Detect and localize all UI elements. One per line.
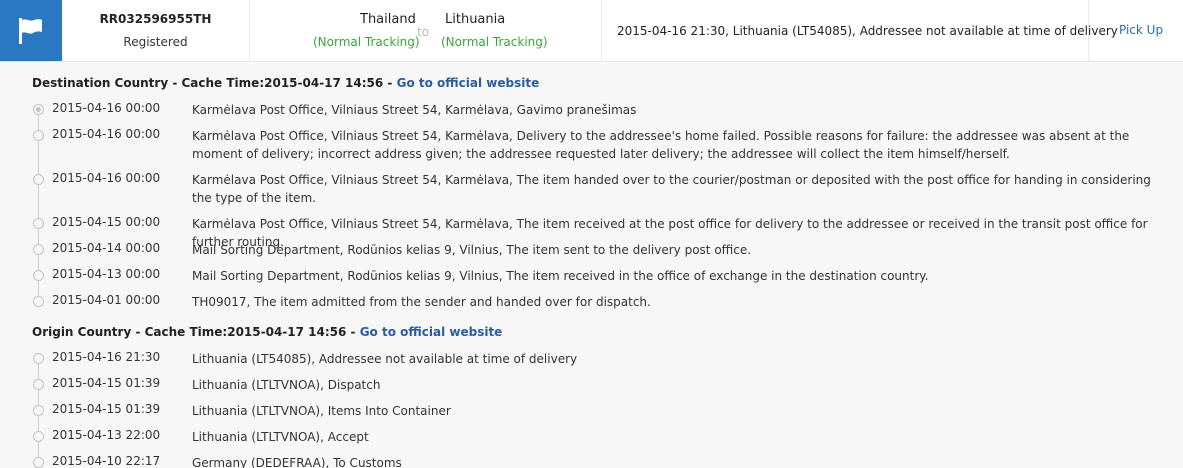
event-time: 2015-04-16 00:00 <box>52 101 161 115</box>
destination-official-website-link[interactable]: Go to official website <box>397 76 540 90</box>
event-time: 2015-04-15 01:39 <box>52 376 161 390</box>
event-description: Karmėlava Post Office, Vilniaus Street 5… <box>192 173 1151 205</box>
event-time: 2015-04-16 00:00 <box>52 171 161 185</box>
timeline-dot <box>33 353 44 364</box>
timeline-dot <box>33 218 44 229</box>
event-description: Germany (DEDEFRAA), To Customs <box>192 456 402 468</box>
origin-official-website-link[interactable]: Go to official website <box>360 325 503 339</box>
event-time: 2015-04-15 00:00 <box>52 215 161 229</box>
tracking-type: Registered <box>123 35 188 49</box>
event-time: 2015-04-15 01:39 <box>52 402 161 416</box>
destination-section-header: Destination Country - Cache Time:2015-04… <box>32 76 539 90</box>
event-description: Lithuania (LTLTVNOA), Accept <box>192 430 369 444</box>
latest-event: 2015-04-16 21:30, Lithuania (LT54085), A… <box>617 24 1118 38</box>
route-cell: Thailand (Normal Tracking) to Lithuania … <box>250 0 602 61</box>
timeline-dot <box>33 457 44 468</box>
destination-cache-label: Destination Country - Cache Time:2015-04… <box>32 76 397 90</box>
event-time: 2015-04-14 00:00 <box>52 241 161 255</box>
event-description: Lithuania (LTLTVNOA), Dispatch <box>192 378 381 392</box>
event-time: 2015-04-01 00:00 <box>52 293 161 307</box>
tracking-cell: RR032596955TH Registered <box>62 0 250 61</box>
origin-cache-label: Origin Country - Cache Time:2015-04-17 1… <box>32 325 360 339</box>
event-time: 2015-04-13 22:00 <box>52 428 161 442</box>
event-time: 2015-04-10 22:17 <box>52 454 161 468</box>
origin-tracking-mode: (Normal Tracking) <box>313 35 420 49</box>
event-description: TH09017, The item admitted from the send… <box>192 295 651 309</box>
flag-box[interactable] <box>0 0 62 61</box>
timeline-dot <box>33 405 44 416</box>
timeline-dot <box>33 244 44 255</box>
event-time: 2015-04-13 00:00 <box>52 267 161 281</box>
route-to-label: to <box>417 25 430 39</box>
origin-section-header: Origin Country - Cache Time:2015-04-17 1… <box>32 325 502 339</box>
event-description: Karmėlava Post Office, Vilniaus Street 5… <box>192 103 637 117</box>
timeline-dot <box>33 270 44 281</box>
tracking-header: RR032596955TH Registered Thailand (Norma… <box>0 0 1183 62</box>
event-description: Karmėlava Post Office, Vilniaus Street 5… <box>192 129 1130 161</box>
timeline-dot <box>33 174 44 185</box>
event-time: 2015-04-16 00:00 <box>52 127 161 141</box>
latest-event-cell: 2015-04-16 21:30, Lithuania (LT54085), A… <box>602 0 1118 61</box>
origin-country: Thailand <box>360 12 416 27</box>
event-time: 2015-04-16 21:30 <box>52 350 161 364</box>
tracking-details: Destination Country - Cache Time:2015-04… <box>0 63 1183 468</box>
event-description: Lithuania (LTLTVNOA), Items Into Contain… <box>192 404 451 418</box>
timeline-dot-current <box>33 104 44 115</box>
event-description: Mail Sorting Department, Rodūnios kelias… <box>192 243 752 257</box>
flag-icon <box>19 18 42 44</box>
timeline-dot <box>33 130 44 141</box>
tracking-number: RR032596955TH <box>99 12 212 26</box>
timeline-dot <box>33 431 44 442</box>
event-description: Mail Sorting Department, Rodūnios kelias… <box>192 269 929 283</box>
timeline-dot <box>33 379 44 390</box>
action-cell: Pick Up <box>1090 0 1183 61</box>
event-description: Lithuania (LT54085), Addressee not avail… <box>192 352 578 366</box>
destination-tracking-mode: (Normal Tracking) <box>441 35 548 49</box>
destination-country: Lithuania <box>445 12 506 27</box>
timeline-dot <box>33 296 44 307</box>
pick-up-link[interactable]: Pick Up <box>1119 23 1163 37</box>
